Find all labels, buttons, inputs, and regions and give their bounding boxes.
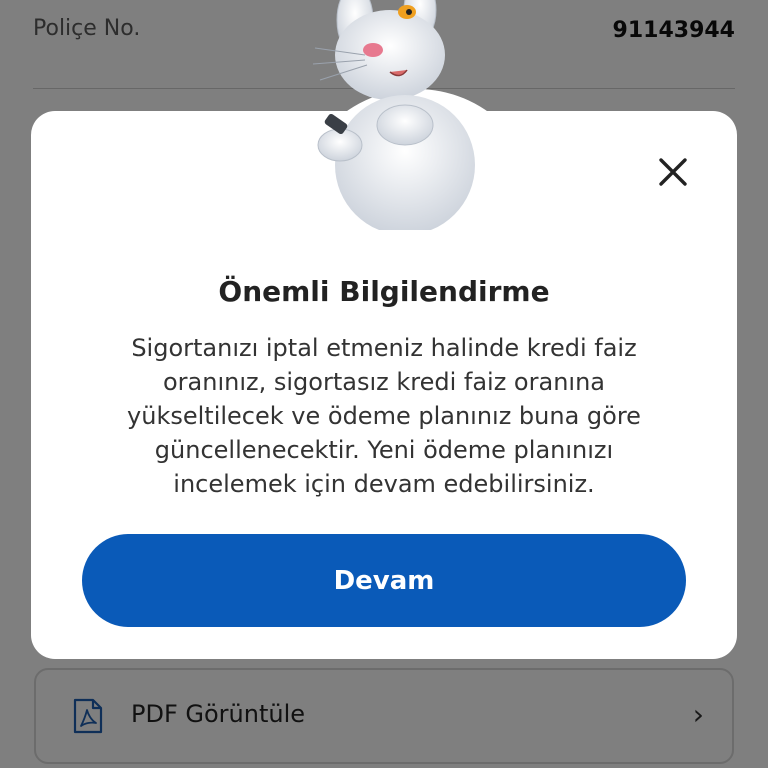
close-icon[interactable] — [655, 154, 691, 190]
dialog-title: Önemli Bilgilendirme — [218, 275, 550, 308]
continue-button[interactable]: Devam — [82, 534, 686, 627]
rabbit-mascot-icon — [312, 0, 475, 230]
dialog-message: Sigortanızı iptal etmeniz halinde kredi … — [127, 334, 641, 498]
continue-button-label: Devam — [333, 565, 435, 596]
